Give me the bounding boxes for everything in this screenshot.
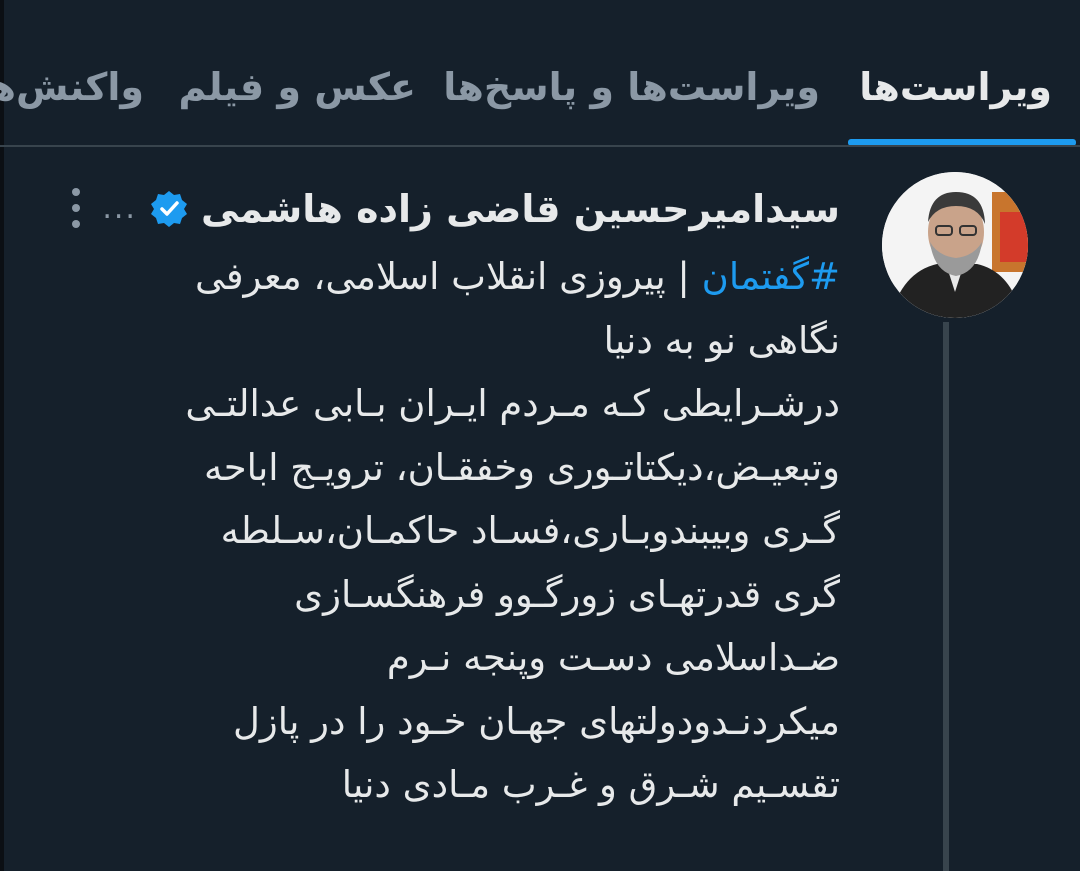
post-line: گـری وبیبندوبـاری،فسـاد حاکمـان،سـلطه <box>220 509 840 552</box>
more-options-icon[interactable] <box>68 186 84 230</box>
post-line: درشـرایطی کـه مـردم ایـران بـابی عدالتـی <box>185 382 840 425</box>
post-line: ضـداسلامی دسـت وپنجه نـرم <box>386 636 840 679</box>
post-line: تقسـیم شـرق و غـرب مـادی دنیا <box>341 763 840 806</box>
tab-posts-and-replies[interactable]: ویراست‌ها و پاسخ‌ها <box>443 62 820 122</box>
post-line: #گفتمان | پیروزی انقلاب اسلامی، معرفی <box>100 245 840 309</box>
post-line: وتبعیـض،دیکتاتـوری وخفقـان، ترویـج اباحه <box>203 445 840 489</box>
author-name[interactable]: سیدامیرحسین قاضی زاده هاشمی <box>201 179 840 239</box>
post-line-text: | پیروزی انقلاب اسلامی، معرفی <box>195 255 702 298</box>
hashtag-link[interactable]: #گفتمان <box>702 255 840 298</box>
profile-page: ویراست‌ها ویراست‌ها و پاسخ‌ها عکس و فیلم… <box>0 0 1080 871</box>
profile-tab-bar: ویراست‌ها ویراست‌ها و پاسخ‌ها عکس و فیلم… <box>0 0 1080 147</box>
verified-badge-icon <box>150 191 187 227</box>
avatar-portrait-icon <box>882 172 1028 318</box>
tab-media[interactable]: عکس و فیلم <box>178 62 416 122</box>
post-line: میکردنـدودولتهای جهـان خـود را در پازل <box>233 699 840 743</box>
post-text: #گفتمان | پیروزی انقلاب اسلامی، معرفی نگ… <box>100 245 840 817</box>
post-line: گری قدرتهـای زورگـوو فرهنگسـازی <box>294 572 840 616</box>
post-line: نگاهی نو به دنیا <box>603 318 840 362</box>
tab-divider <box>0 145 1080 147</box>
tab-reactions[interactable]: واکنش‌ها <box>0 62 144 122</box>
post-header: سیدامیرحسین قاضی زاده هاشمی ... <box>102 178 840 240</box>
thread-line <box>943 322 949 871</box>
ellipsis-icon: ... <box>102 191 137 226</box>
tab-posts[interactable]: ویراست‌ها <box>859 62 1052 122</box>
avatar[interactable] <box>882 172 1028 318</box>
